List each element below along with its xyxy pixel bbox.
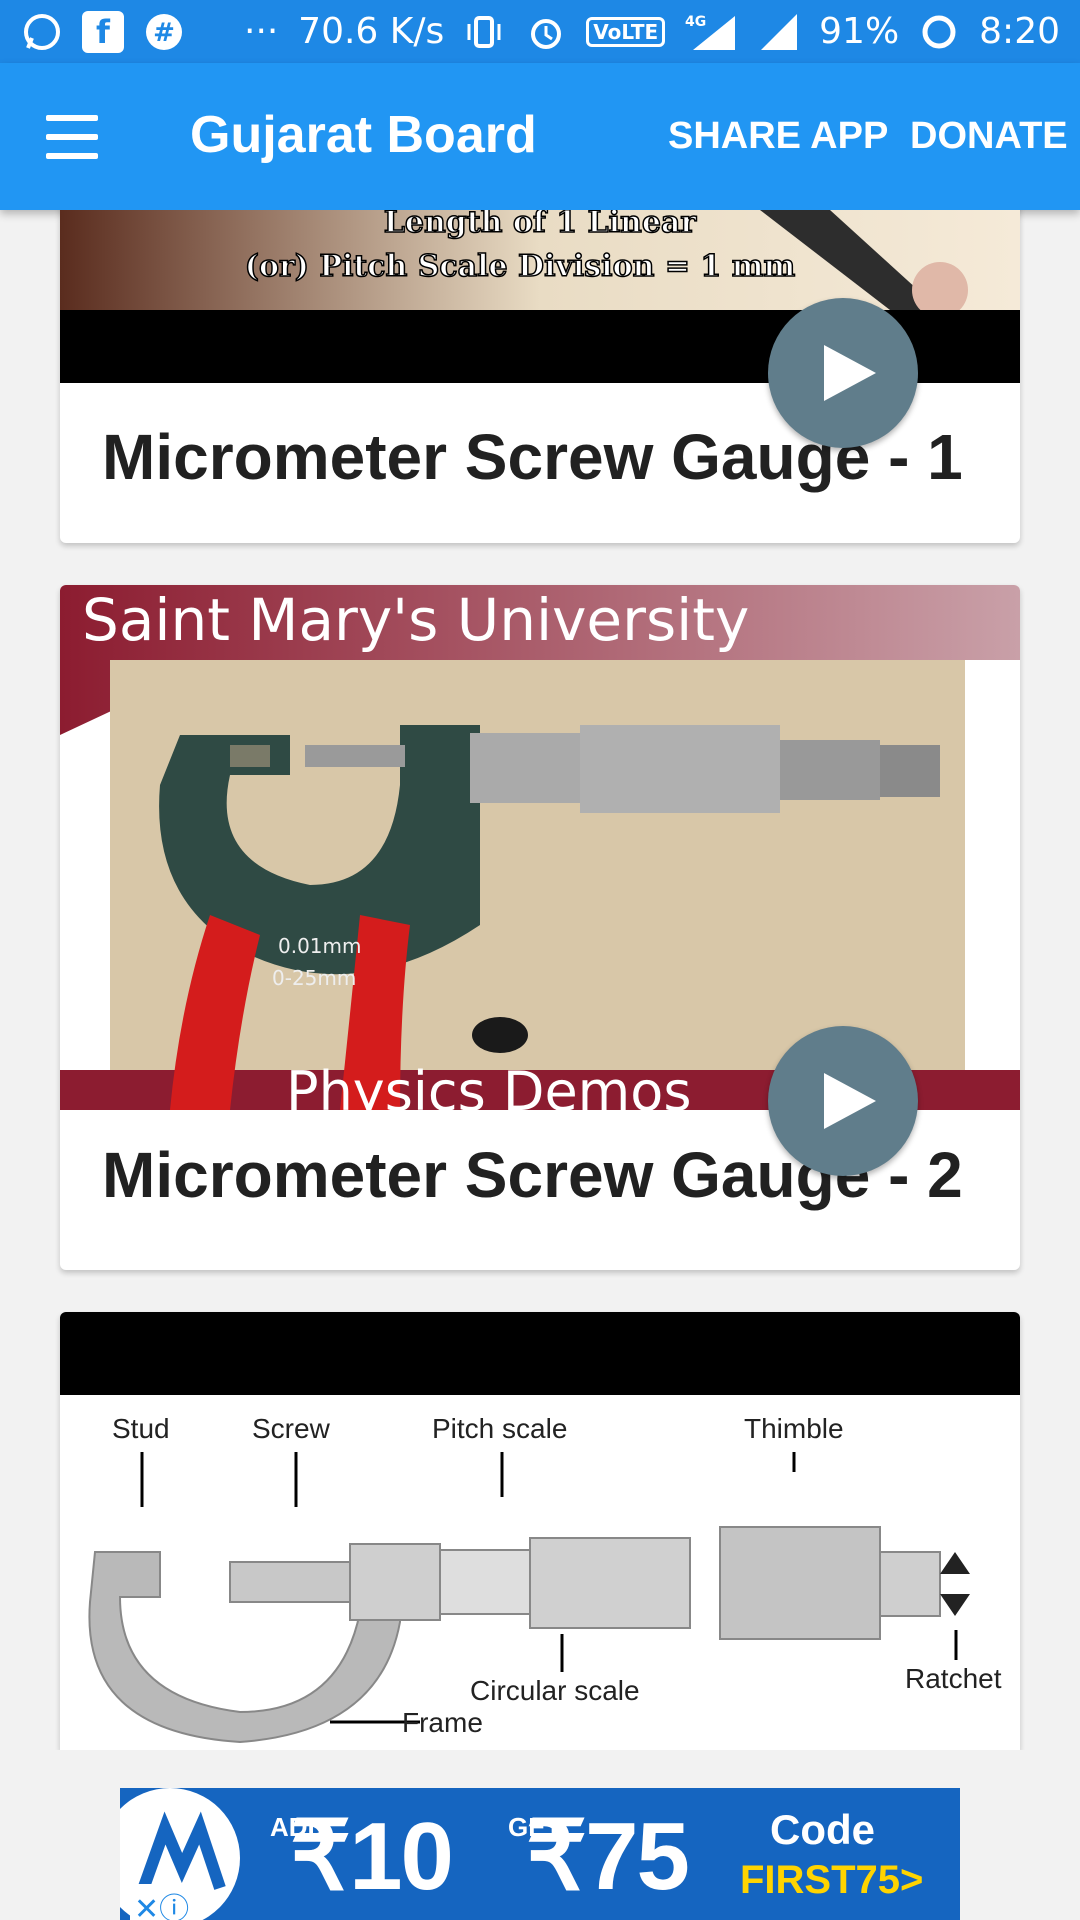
diagram-label-stud: Stud [112, 1413, 170, 1444]
ad-get-amount: ₹75 [526, 1803, 690, 1910]
ad-banner[interactable]: ADD ₹10 GET ₹75 Code FIRST75> ✕ⓘ [120, 1788, 960, 1920]
clock: 8:20 [979, 11, 1060, 52]
app-title: Gujarat Board [190, 106, 537, 164]
diagram-label-circular-scale: Circular scale [470, 1675, 640, 1706]
play-button-icon[interactable] [768, 1026, 918, 1176]
diagram-label-pitch-scale: Pitch scale [432, 1413, 567, 1444]
thumb-footer-text: Physics Demos [286, 1060, 691, 1110]
thumb-text-line-2: (or) Pitch Scale Division = 1 mm [245, 249, 796, 284]
video-card[interactable]: Stud Screw Pitch scale Thimble Circular … [60, 1312, 1020, 1750]
thumb-mark-1: 0.01mm [278, 934, 362, 958]
signal-4g-icon: 4G [683, 10, 739, 54]
video-thumbnail: Stud Screw Pitch scale Thimble Circular … [60, 1312, 1020, 1750]
share-app-button[interactable]: SHARE APP [668, 115, 888, 158]
hashtag-app-icon: # [142, 10, 186, 54]
volte-badge: VoLTE [586, 16, 666, 47]
app-toolbar: Gujarat Board SHARE APP DONATE [0, 63, 1080, 210]
alarm-icon [524, 10, 568, 54]
diagram-label-thimble: Thimble [744, 1413, 844, 1444]
facebook-icon: f [82, 10, 124, 53]
svg-text:4G: 4G [685, 14, 706, 30]
battery-percent: 91% [819, 11, 900, 52]
donate-button[interactable]: DONATE [910, 115, 1068, 158]
diagram-label-frame: Frame [402, 1707, 483, 1738]
diagram-label-ratchet: Ratchet [905, 1663, 1002, 1694]
video-feed[interactable]: Length of 1 Linear (or) Pitch Scale Divi… [0, 210, 1080, 1750]
vibrate-icon [462, 10, 506, 54]
play-button-icon[interactable] [768, 298, 918, 448]
thumb-mark-2: 0-25mm [272, 966, 356, 990]
thumb-header-text: Saint Mary's University [82, 586, 749, 654]
signal-icon [757, 10, 801, 54]
hamburger-menu-icon[interactable] [40, 109, 104, 165]
video-thumbnail: Saint Mary's University 0.01mm 0-25mm Ph… [60, 585, 1020, 1110]
status-bar: f # ··· 70.6 K/s VoLTE 4G 91% 8:20 [0, 0, 1080, 63]
ad-code-label: Code [770, 1806, 875, 1853]
ad-promo-code: FIRST75> [740, 1858, 924, 1902]
network-speed: 70.6 K/s [298, 11, 445, 52]
diagram-label-screw: Screw [252, 1413, 331, 1444]
ad-close-info-icon[interactable]: ✕ⓘ [130, 1884, 194, 1920]
more-notifications: ··· [244, 11, 279, 52]
thumb-text-line-1: Length of 1 Linear [384, 210, 698, 240]
ad-add-amount: ₹10 [290, 1803, 454, 1910]
svg-text:#: # [153, 18, 175, 48]
whatsapp-icon [20, 10, 64, 54]
battery-ring-icon [917, 10, 961, 54]
